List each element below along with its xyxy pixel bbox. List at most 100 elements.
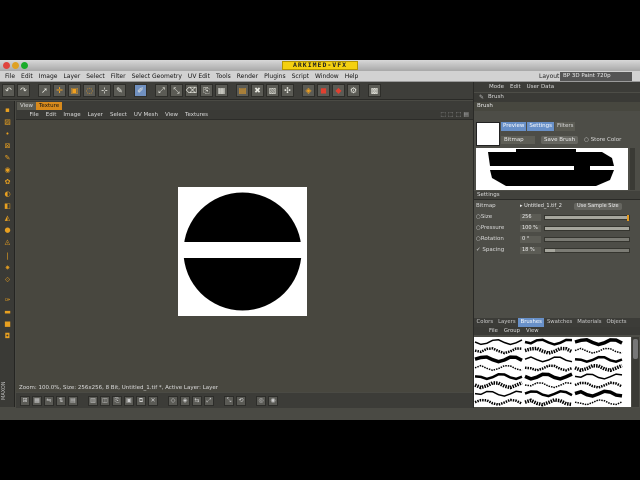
tab-materials[interactable]: Materials — [575, 318, 604, 327]
brush-grid-scroll-thumb[interactable] — [633, 339, 638, 359]
view-menu-uv-mesh[interactable]: UV Mesh — [130, 111, 161, 119]
uv-polygons-icon[interactable]: ✖ — [251, 84, 264, 97]
uv-sphere-icon[interactable]: ◉ — [268, 395, 278, 406]
brush-grid-scrollbar[interactable] — [632, 337, 639, 407]
tool-clone-icon[interactable]: ✿ — [2, 177, 13, 187]
background-color-icon[interactable]: ◘ — [2, 331, 13, 341]
menu-render[interactable]: Render — [234, 72, 261, 81]
render-picture-icon[interactable]: ◆ — [332, 84, 345, 97]
param-bitmap-value[interactable]: ▸ Untitled_1.tif_2 — [520, 203, 562, 210]
uv-tweak-icon[interactable]: ✣ — [281, 84, 294, 97]
grid-icon[interactable]: ▦ — [32, 395, 42, 406]
preview-scrollbar[interactable] — [630, 148, 635, 190]
tab-view[interactable]: View — [17, 102, 37, 110]
flip-icon[interactable]: ⇅ — [56, 395, 66, 406]
layout-dropdown[interactable]: BP 3D Paint 720p — [560, 72, 632, 81]
tool-smudge-icon[interactable]: ◐ — [2, 189, 13, 199]
uv-optimal-icon[interactable]: ◈ — [180, 395, 190, 406]
render-view-icon[interactable]: ◼ — [317, 84, 330, 97]
tab-settings[interactable]: Settings — [527, 122, 554, 131]
clone-icon[interactable]: ⎘ — [200, 84, 213, 97]
layer-add-icon[interactable]: ▤ — [68, 395, 78, 406]
view-navigation-icons[interactable]: ⬚⬚⬚▤ — [440, 111, 471, 118]
tool-sponge-icon[interactable]: ◬ — [2, 237, 13, 247]
move-icon[interactable]: ✛ — [53, 84, 66, 97]
layer-mask-icon[interactable]: ◫ — [100, 395, 110, 406]
uv-fit-icon[interactable]: ⤢ — [204, 395, 214, 406]
undo-icon[interactable]: ↶ — [2, 84, 15, 97]
close-window-button[interactable] — [3, 62, 10, 69]
attr-menu-mode[interactable]: Mode — [486, 83, 507, 91]
menu-window[interactable]: Window — [312, 72, 342, 81]
uv-edges-icon[interactable]: ▧ — [266, 84, 279, 97]
tool-layers-icon[interactable]: ▬ — [2, 307, 13, 317]
tool-paint-icon[interactable]: ✎ — [2, 153, 13, 163]
tool-lasso-icon[interactable]: ⟐ — [2, 275, 13, 285]
zoom-window-button[interactable] — [21, 62, 28, 69]
tab-colors[interactable]: Colors — [474, 318, 496, 327]
param-rotation-slider[interactable] — [544, 237, 630, 242]
layer-merge-icon[interactable]: ⧉ — [136, 395, 146, 406]
tool-text-icon[interactable]: | — [2, 251, 13, 261]
live-select-icon[interactable]: ➚ — [38, 84, 51, 97]
tab-texture[interactable]: Texture — [36, 102, 63, 110]
minimize-window-button[interactable] — [12, 62, 19, 69]
param-rotation-field[interactable]: 0 ° — [520, 236, 541, 243]
tool-polygon-icon[interactable]: ▨ — [2, 117, 13, 127]
param-spacing-field[interactable]: 18 % — [520, 247, 541, 254]
store-color-checkbox[interactable]: ○ Store Color — [584, 136, 621, 144]
view-menu-file[interactable]: File — [26, 111, 42, 119]
menu-layer[interactable]: Layer — [60, 72, 83, 81]
layer-group-icon[interactable]: ▥ — [88, 395, 98, 406]
tab-layers[interactable]: Layers — [496, 318, 519, 327]
texture-grid-icon[interactable]: ▦ — [215, 84, 228, 97]
browser-menu-file[interactable]: File — [486, 327, 501, 335]
tab-objects[interactable]: Objects — [604, 318, 629, 327]
browser-menu-group[interactable]: Group — [501, 327, 523, 335]
tab-preview[interactable]: Preview — [501, 122, 527, 131]
paint-wizard-icon[interactable]: ▩ — [368, 84, 381, 97]
uv-scale-icon[interactable]: ⤡ — [224, 395, 234, 406]
param-spacing-slider[interactable] — [544, 248, 630, 253]
projection-paint-icon[interactable]: ⤢ — [155, 84, 168, 97]
browser-menu-view[interactable]: View — [523, 327, 542, 335]
uv-relax-icon[interactable]: ◇ — [168, 395, 178, 406]
object-mode-icon[interactable]: ◈ — [302, 84, 315, 97]
menu-select[interactable]: Select — [83, 72, 108, 81]
tool-fill-icon[interactable]: ◉ — [2, 165, 13, 175]
redo-icon[interactable]: ↷ — [17, 84, 30, 97]
tool-eyedropper-icon[interactable]: ✑ — [2, 295, 13, 305]
menu-script[interactable]: Script — [289, 72, 312, 81]
attr-menu-user-data[interactable]: User Data — [524, 83, 557, 91]
mirror-icon[interactable]: ⇋ — [44, 395, 54, 406]
menu-help[interactable]: Help — [342, 72, 362, 81]
align-icon[interactable]: ⊞ — [20, 395, 30, 406]
menu-plugins[interactable]: Plugins — [261, 72, 289, 81]
brush-thumbnail[interactable] — [476, 122, 500, 146]
view-menu-view[interactable]: View — [161, 111, 181, 119]
param-size-field[interactable]: 256 — [520, 214, 541, 221]
tool-magic-wand-icon[interactable]: ✷ — [2, 263, 13, 273]
layer-delete-icon[interactable]: ✕ — [148, 395, 158, 406]
menu-tools[interactable]: Tools — [213, 72, 234, 81]
eraser-icon[interactable]: ⌫ — [185, 84, 198, 97]
param-size-slider[interactable] — [544, 215, 630, 221]
param-pressure-slider[interactable] — [544, 226, 630, 231]
brush-type-dropdown[interactable]: Bitmap — [501, 136, 535, 144]
uv-rotate-icon[interactable]: ⟲ — [236, 395, 246, 406]
rotate-icon[interactable]: ◌ — [83, 84, 96, 97]
menu-uv-edit[interactable]: UV Edit — [185, 72, 213, 81]
param-pressure-field[interactable]: 100 % — [520, 225, 541, 232]
uv-flip-icon[interactable]: ⇆ — [192, 395, 202, 406]
object-axis-icon[interactable]: ⊹ — [98, 84, 111, 97]
tool-color-swatch-icon[interactable]: ◧ — [2, 201, 13, 211]
tab-filters[interactable]: Filters — [554, 122, 576, 131]
menu-file[interactable]: File — [2, 72, 18, 81]
menu-edit[interactable]: Edit — [18, 72, 36, 81]
uv-points-icon[interactable]: ▤ — [236, 84, 249, 97]
view-menu-select[interactable]: Select — [106, 111, 130, 119]
view-menu-textures[interactable]: Textures — [182, 111, 212, 119]
tab-swatches[interactable]: Swatches — [544, 318, 574, 327]
view-menu-edit[interactable]: Edit — [42, 111, 60, 119]
layer-lock-icon[interactable]: ▣ — [124, 395, 134, 406]
